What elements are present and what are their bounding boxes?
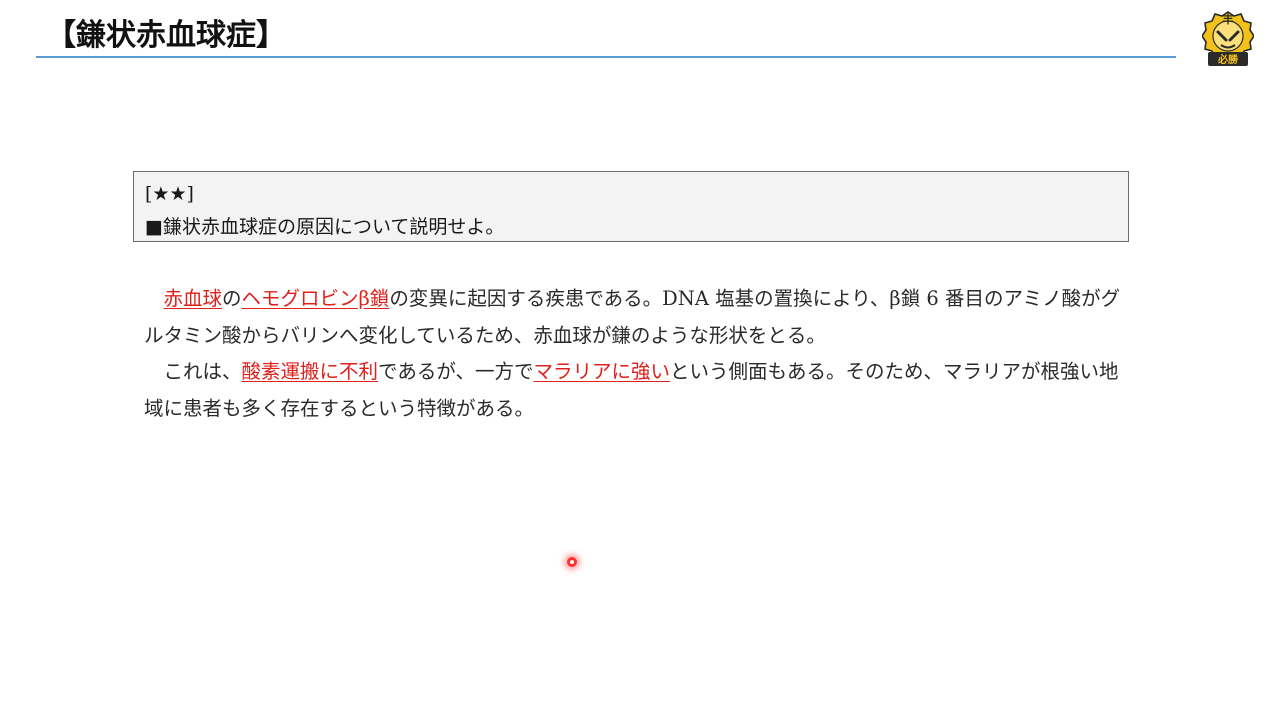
question-box: [★★] ■鎌状赤血球症の原因について説明せよ。 <box>133 171 1129 242</box>
answer-text-segment: これは、 <box>163 360 242 383</box>
answer-paragraph-2: これは、酸素運搬に不利であるが、一方でマラリアに強いという側面もある。そのため、… <box>144 354 1134 427</box>
slide-title: 【鎌状赤血球症】 <box>46 18 286 53</box>
keyword-highlight: ヘモグロビンβ鎖 <box>241 287 390 310</box>
emblem-label: 必勝 <box>1217 53 1239 66</box>
keyword-highlight: 酸素運搬に不利 <box>241 360 379 383</box>
answer-text-segment: であるが、一方で <box>378 360 534 383</box>
answer-paragraph-1: 赤血球のヘモグロビンβ鎖の変異に起因する疾患である。DNA 塩基の置換により、β… <box>144 281 1134 354</box>
answer-text-segment: の <box>222 287 242 310</box>
difficulty-rating: [★★] <box>145 183 194 205</box>
answer-text: 赤血球のヘモグロビンβ鎖の変異に起因する疾患である。DNA 塩基の置換により、β… <box>144 281 1134 427</box>
keyword-highlight: マラリアに強い <box>533 360 670 383</box>
question-text: ■鎌状赤血球症の原因について説明せよ。 <box>145 216 505 238</box>
hisshou-emblem-icon: 丰 必勝 <box>1201 10 1255 68</box>
keyword-highlight: 赤血球 <box>163 287 223 310</box>
laser-pointer <box>567 557 577 567</box>
emblem-top-char: 丰 <box>1223 12 1234 26</box>
title-underline <box>36 56 1176 58</box>
